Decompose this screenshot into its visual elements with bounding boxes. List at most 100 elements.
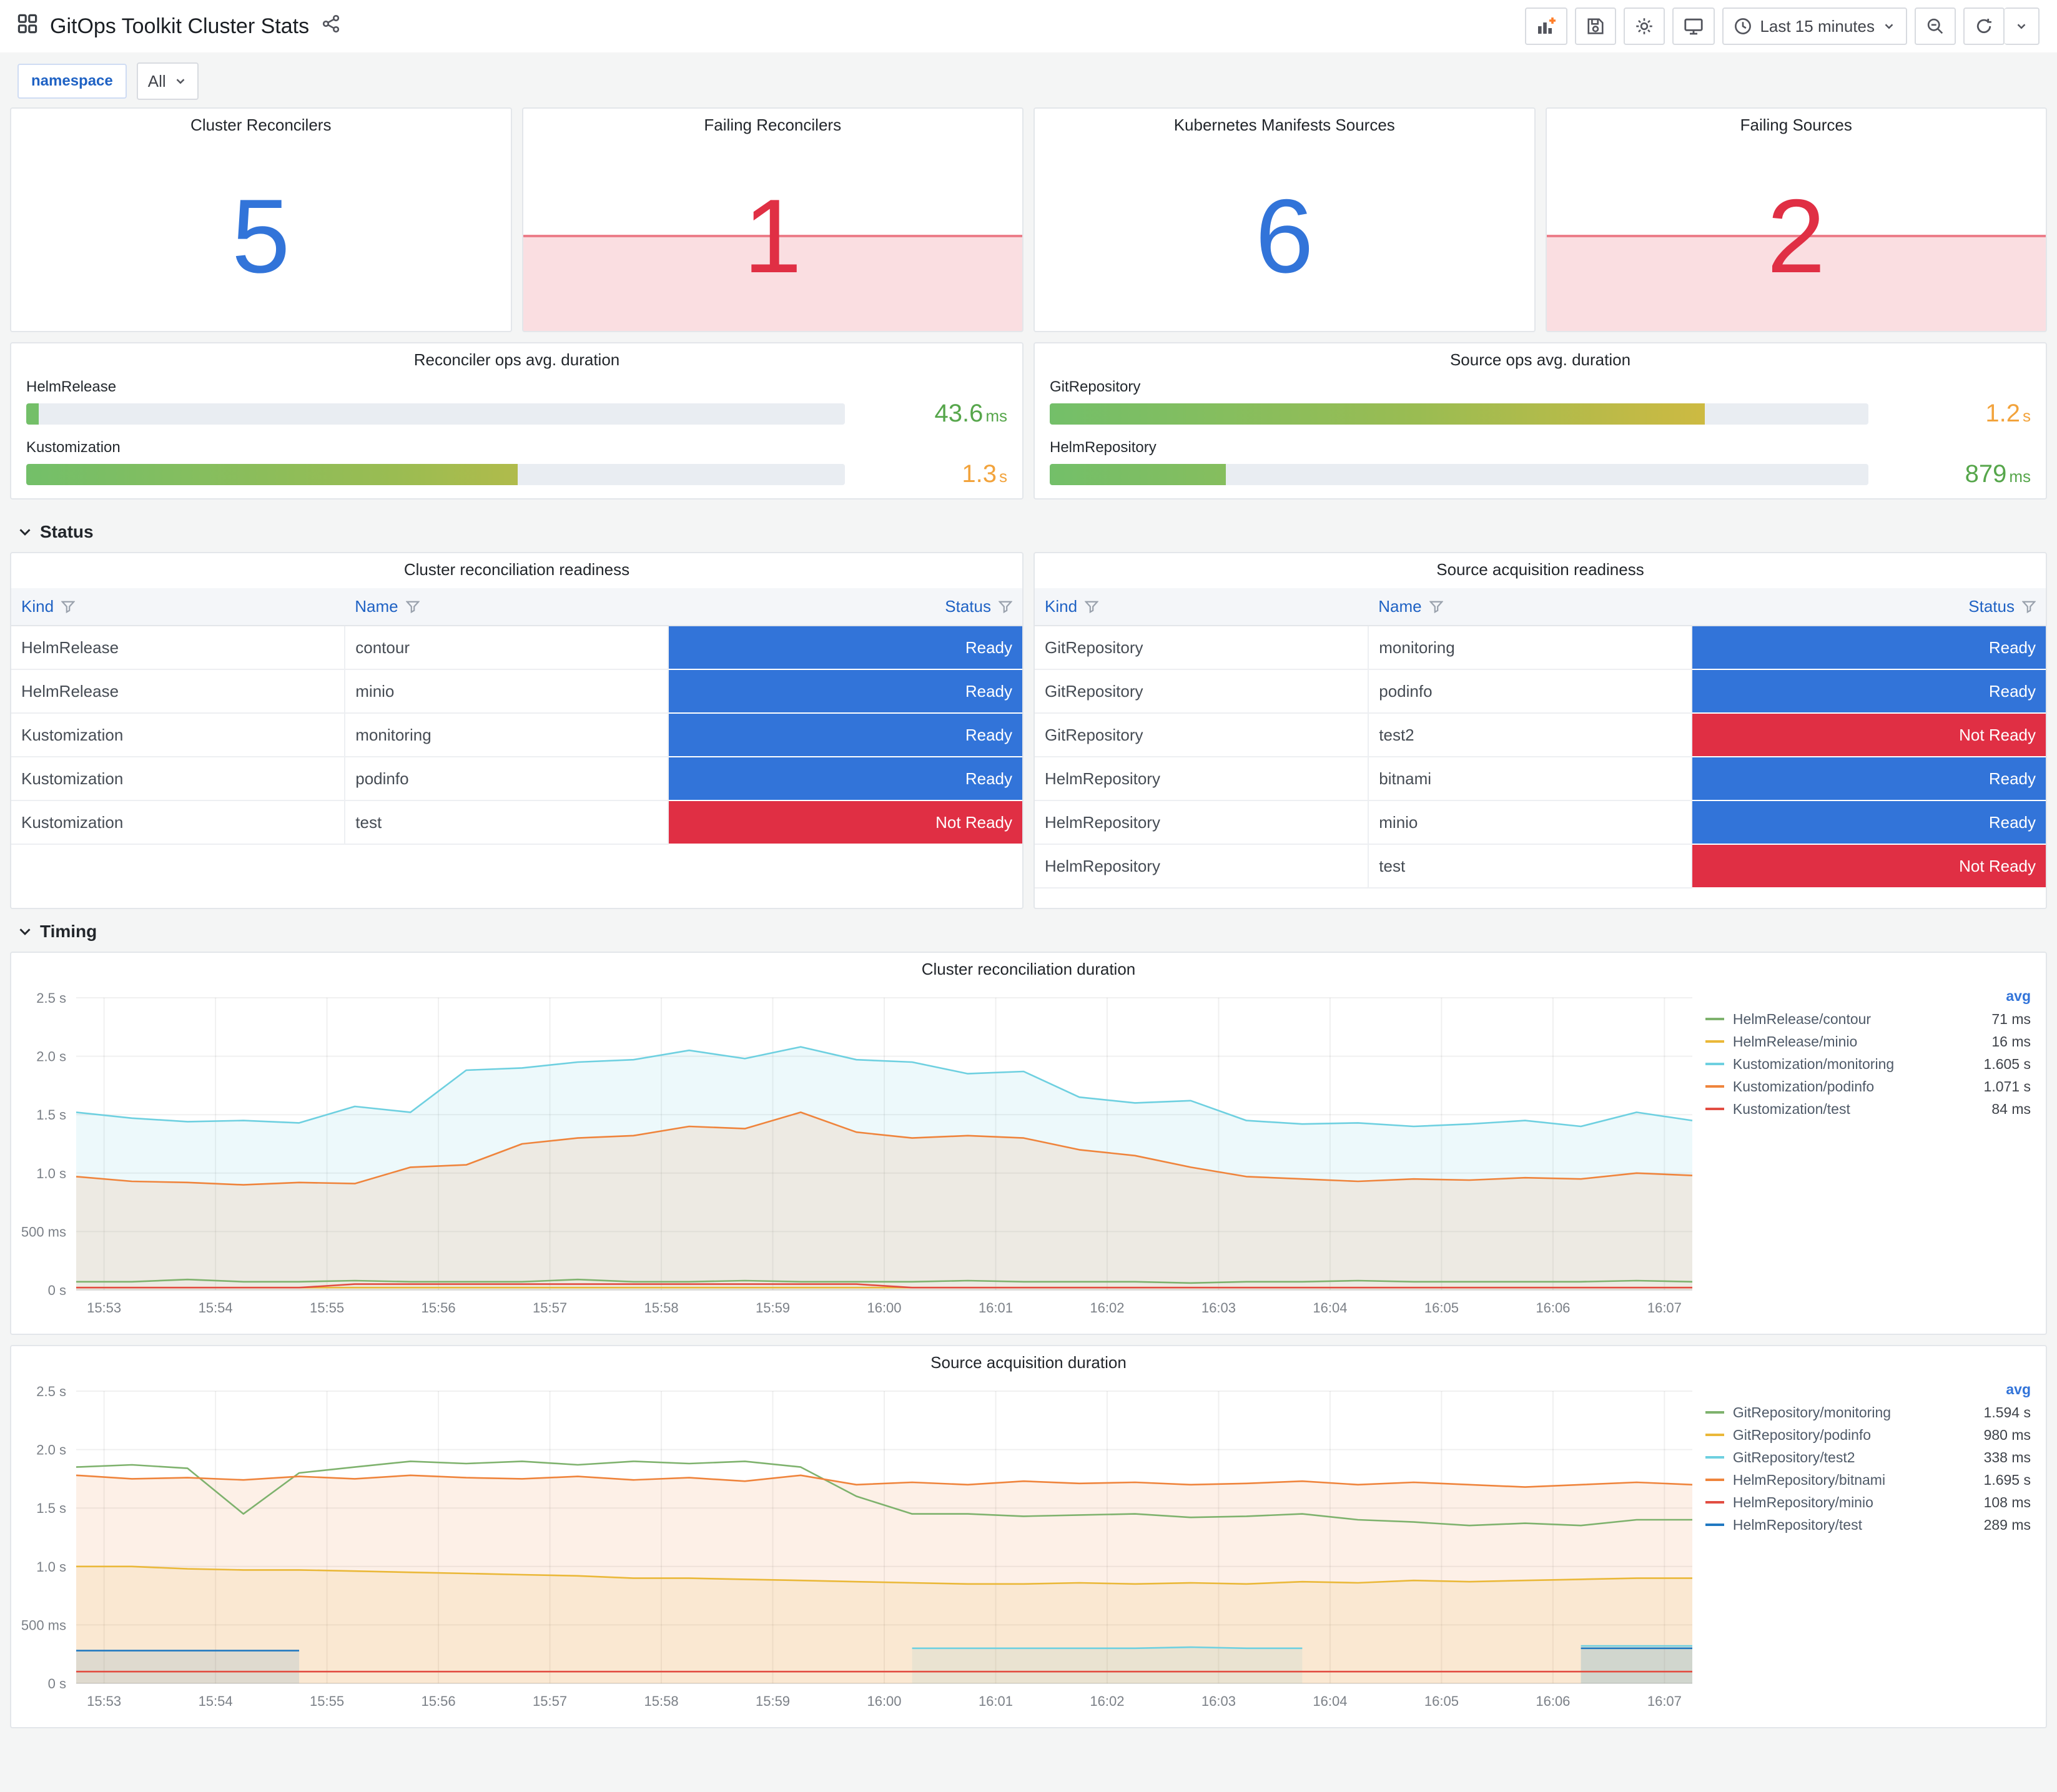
filter-funnel-icon[interactable] <box>61 600 76 614</box>
legend-series-swatch <box>1705 1501 1724 1504</box>
stat-value: 1 <box>743 177 802 295</box>
time-series-plot[interactable]: 15:53 15:54 15:55 15:56 15:57 15:58 15:59 16:00… <box>16 1379 1693 1716</box>
panel-title[interactable]: Cluster reconciliation readiness <box>11 553 1022 586</box>
svg-text:16:07: 16:07 <box>1647 1693 1682 1709</box>
legend-series-swatch <box>1705 1524 1724 1526</box>
column-header-label: Status <box>945 597 991 616</box>
panel-title[interactable]: Reconciler ops avg. duration <box>11 343 1022 376</box>
svg-text:500 ms: 500 ms <box>21 1617 66 1633</box>
cell-kind: Kustomization <box>11 757 346 801</box>
chevron-down-icon <box>19 928 31 935</box>
svg-text:15:55: 15:55 <box>310 1693 344 1709</box>
column-header-name[interactable]: Name <box>345 588 669 626</box>
column-header-status[interactable]: Status <box>1692 588 2046 626</box>
filter-funnel-icon[interactable] <box>405 600 420 614</box>
gauges-row: Reconciler ops avg. duration HelmRelease 4… <box>10 342 2047 500</box>
panel-title[interactable]: Kubernetes Manifests Sources <box>1035 109 1534 141</box>
column-header-status[interactable]: Status <box>668 588 1022 626</box>
column-header-label: Kind <box>21 597 54 616</box>
column-header-name[interactable]: Name <box>1368 588 1692 626</box>
cell-status: Ready <box>668 757 1022 801</box>
table-row: HelmRepository bitnami Ready <box>1035 757 2046 801</box>
cell-kind: Kustomization <box>11 800 346 845</box>
legend-series-name[interactable]: Kustomization/podinfo <box>1733 1078 1975 1095</box>
share-icon[interactable] <box>322 14 340 38</box>
panel-title[interactable]: Failing Reconcilers <box>523 109 1023 141</box>
cell-kind: Kustomization <box>11 713 346 757</box>
legend-series-name[interactable]: HelmRepository/bitnami <box>1733 1472 1975 1489</box>
legend-avg-header[interactable]: avg <box>1705 988 2031 1008</box>
refresh-button[interactable] <box>1963 7 2005 45</box>
dashboard-grid-icon[interactable] <box>17 14 37 39</box>
header-toolbar: Last 15 minutes <box>1525 7 2040 45</box>
legend-series-name[interactable]: Kustomization/test <box>1733 1101 1983 1118</box>
zoom-out-time-button[interactable] <box>1915 7 1956 45</box>
legend-series-swatch <box>1705 1479 1724 1481</box>
table-panel-cluster-reconciliation-readiness: Cluster reconciliation readiness Kind Name… <box>10 552 1024 909</box>
cell-name: podinfo <box>345 757 669 801</box>
add-panel-button[interactable] <box>1525 7 1568 45</box>
time-series-plot[interactable]: 15:53 15:54 15:55 15:56 15:57 15:58 15:59 16:00… <box>16 985 1693 1322</box>
panel-title[interactable]: Failing Sources <box>1547 109 2046 141</box>
svg-text:0 s: 0 s <box>48 1282 66 1298</box>
legend-avg-header[interactable]: avg <box>1705 1381 2031 1401</box>
gauge-value-unit: s <box>999 467 1007 486</box>
variable-namespace-value[interactable]: All <box>136 62 199 100</box>
svg-text:2.5 s: 2.5 s <box>36 990 66 1006</box>
cell-name: contour <box>345 626 669 670</box>
legend-series-swatch <box>1705 1063 1724 1065</box>
readiness-table: Kind Name Status HelmRelease contour Ready Hel… <box>11 588 1022 845</box>
table-row: HelmRelease contour Ready <box>11 626 1022 670</box>
svg-text:15:58: 15:58 <box>644 1300 679 1316</box>
filter-funnel-icon[interactable] <box>1429 600 1443 614</box>
panel-title[interactable]: Cluster reconciliation duration <box>11 953 2046 985</box>
svg-text:1.0 s: 1.0 s <box>36 1559 66 1575</box>
timing-section-toggle[interactable]: Timing <box>10 909 2047 952</box>
tv-mode-button[interactable] <box>1672 7 1715 45</box>
cell-status: Not Ready <box>1692 713 2046 757</box>
cell-name: monitoring <box>345 713 669 757</box>
status-section-toggle[interactable]: Status <box>10 510 2047 552</box>
svg-text:16:03: 16:03 <box>1201 1693 1236 1709</box>
refresh-interval-caret[interactable] <box>2005 7 2040 45</box>
chart-body: 15:53 15:54 15:55 15:56 15:57 15:58 15:59 16:00… <box>11 1379 2046 1716</box>
legend-series-name[interactable]: HelmRelease/contour <box>1733 1011 1983 1028</box>
time-range-picker[interactable]: Last 15 minutes <box>1722 7 1907 45</box>
legend-series-name[interactable]: GitRepository/monitoring <box>1733 1404 1975 1421</box>
column-header-kind[interactable]: Kind <box>11 588 345 626</box>
filter-funnel-icon[interactable] <box>1085 600 1099 614</box>
svg-text:16:00: 16:00 <box>867 1300 901 1316</box>
chart-legend: avg HelmRelease/contour 71 ms HelmRelease/m… <box>1693 985 2041 1322</box>
cell-name: minio <box>345 669 669 714</box>
filter-funnel-icon[interactable] <box>2022 600 2036 614</box>
svg-text:16:05: 16:05 <box>1424 1300 1459 1316</box>
column-header-kind[interactable]: Kind <box>1035 588 1369 626</box>
legend-series-name[interactable]: Kustomization/monitoring <box>1733 1056 1975 1073</box>
legend-series-name[interactable]: GitRepository/test2 <box>1733 1449 1975 1466</box>
column-header-wrap: Kind <box>21 597 335 616</box>
panel-title[interactable]: Source ops avg. duration <box>1035 343 2046 376</box>
legend-series-avg: 338 ms <box>1983 1449 2031 1465</box>
cell-name: test <box>345 800 669 845</box>
table-panel-source-acquisition-readiness: Source acquisition readiness Kind Name Stat… <box>1033 552 2047 909</box>
readiness-table: Kind Name Status GitRepository monitoring Rea… <box>1035 588 2046 889</box>
gauge-body: GitRepository 1.2 s HelmRepository 879 ms <box>1035 376 2046 488</box>
legend-series-name[interactable]: HelmRepository/test <box>1733 1517 1975 1534</box>
panel-title[interactable]: Source acquisition readiness <box>1035 553 2046 586</box>
variables-row: namespace All <box>0 52 2057 107</box>
dashboard-settings-button[interactable] <box>1624 7 1665 45</box>
legend-series-name[interactable]: HelmRelease/minio <box>1733 1033 1983 1050</box>
save-dashboard-button[interactable] <box>1575 7 1617 45</box>
panel-title[interactable]: Cluster Reconcilers <box>11 109 511 141</box>
legend-series-name[interactable]: HelmRepository/minio <box>1733 1494 1975 1511</box>
cell-status: Ready <box>1692 800 2046 845</box>
legend-item-kustomization-podinfo: Kustomization/podinfo 1.071 s <box>1705 1075 2031 1098</box>
variable-namespace-label[interactable]: namespace <box>17 64 127 99</box>
legend-series-name[interactable]: GitRepository/podinfo <box>1733 1427 1975 1444</box>
svg-text:2.5 s: 2.5 s <box>36 1384 66 1399</box>
gauge-body: HelmRelease 43.6 ms Kustomization 1.3 s <box>11 376 1022 488</box>
filter-funnel-icon[interactable] <box>999 600 1012 614</box>
gauge-value-unit: ms <box>2009 467 2031 486</box>
panel-title[interactable]: Source acquisition duration <box>11 1346 2046 1379</box>
variable-namespace-selected: All <box>147 71 166 91</box>
